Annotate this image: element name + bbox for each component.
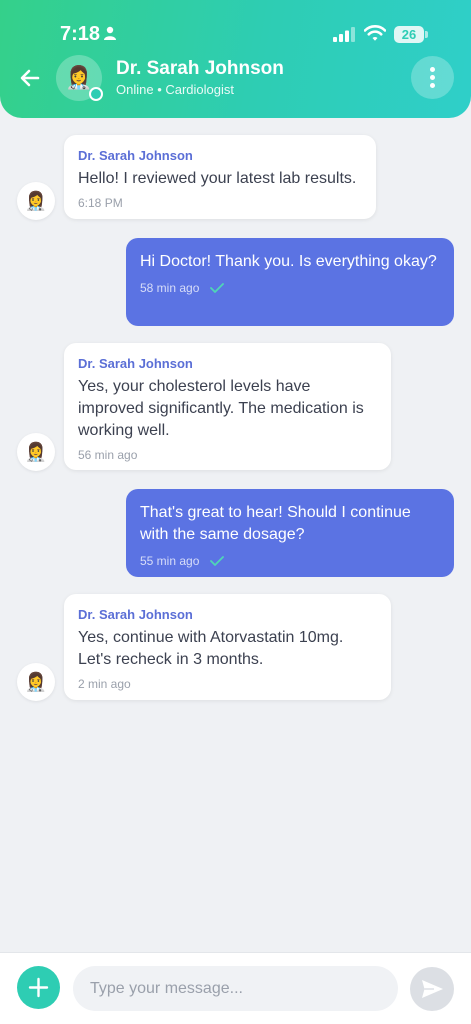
message-text: Hi Doctor! Thank you. Is everything okay… [140,253,437,270]
online-status-dot [89,87,103,101]
battery-nub [425,31,428,38]
send-icon [422,980,443,998]
message-avatar: 👩‍⚕️ [17,182,55,220]
message-time: 2 min ago [78,677,131,691]
battery-icon: 26 [394,26,424,43]
read-check-icon [209,555,224,566]
back-button[interactable] [16,64,44,92]
wifi-icon [364,25,386,41]
message-avatar: 👩‍⚕️ [17,433,55,471]
message-sender: Dr. Sarah Johnson [78,148,193,163]
message-time: 55 min ago [140,554,200,568]
signal-icon [333,27,355,42]
message-bubble-incoming: Dr. Sarah Johnson Yes, continue with Ato… [64,594,391,700]
message-time: 58 min ago [140,281,200,295]
message-text: Yes, continue with Atorvastatin 10mg. Le… [78,629,344,668]
more-dot-icon [430,75,435,80]
message-time: 56 min ago [78,448,138,462]
message-time: 6:18 PM [78,196,123,210]
battery-level: 26 [401,27,417,42]
message-avatar: 👩‍⚕️ [17,663,55,701]
arrow-left-icon [20,69,40,87]
message-text: Yes, your cholesterol levels have improv… [78,378,364,439]
doctor-emoji: 👩‍⚕️ [24,442,48,462]
attach-button[interactable] [17,966,60,1009]
doctor-emoji: 👩‍⚕️ [24,191,48,211]
message-input[interactable] [73,966,398,1011]
doctor-status: Online • Cardiologist [116,82,234,97]
message-bubble-incoming: Dr. Sarah Johnson Yes, your cholesterol … [64,343,391,470]
message-bubble-incoming: Dr. Sarah Johnson Hello! I reviewed your… [64,135,376,219]
person-icon [104,26,116,40]
message-bubble-outgoing: That's great to hear! Should I continue … [126,489,454,577]
more-dot-icon [430,67,435,72]
doctor-emoji: 👩‍⚕️ [24,672,48,692]
message-sender: Dr. Sarah Johnson [78,356,193,371]
plus-icon [28,977,49,998]
message-sender: Dr. Sarah Johnson [78,607,193,622]
status-time: 7:18 [60,23,101,45]
doctor-name: Dr. Sarah Johnson [116,58,284,79]
message-text: That's great to hear! Should I continue … [140,504,411,543]
message-bubble-outgoing: Hi Doctor! Thank you. Is everything okay… [126,238,454,326]
read-check-icon [209,282,224,293]
message-text: Hello! I reviewed your latest lab result… [78,170,357,187]
more-dot-icon [430,83,435,88]
send-button[interactable] [410,967,454,1011]
more-options-button[interactable] [411,56,454,99]
